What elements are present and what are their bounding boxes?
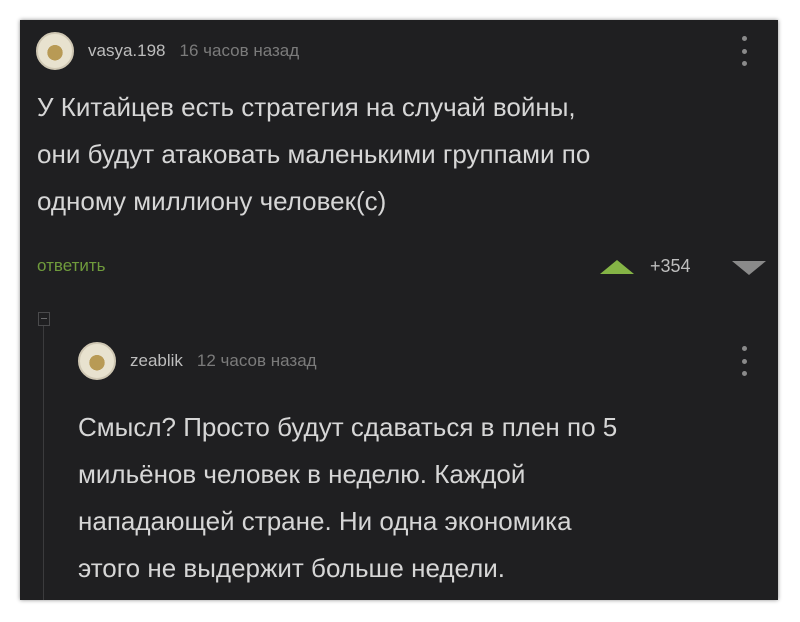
reply-text-line: мильёнов человек в неделю. Каждой: [78, 459, 526, 489]
more-options-icon[interactable]: [741, 36, 747, 66]
reply-text-line: этого не выдержит больше недели.: [78, 553, 506, 583]
reply-username[interactable]: zeablik: [130, 351, 183, 371]
reply-text: Смысл? Просто будут сдаваться в плен по …: [78, 404, 617, 592]
avatar[interactable]: [36, 32, 74, 70]
more-options-icon[interactable]: [741, 346, 747, 376]
comment-username[interactable]: vasya.198: [88, 41, 166, 61]
reply-header: zeablik 12 часов назад: [78, 342, 317, 380]
collapse-thread-icon[interactable]: [38, 312, 50, 326]
reply-text-line: Смысл? Просто будут сдаваться в плен по …: [78, 412, 618, 442]
avatar[interactable]: [78, 342, 116, 380]
comment-text-line: У Китайцев есть стратегия на случай войн…: [37, 92, 576, 122]
comment-timestamp[interactable]: 16 часов назад: [180, 41, 300, 61]
reply-button[interactable]: ответить: [37, 256, 106, 276]
comment-header: vasya.198 16 часов назад: [36, 32, 299, 70]
reply-timestamp[interactable]: 12 часов назад: [197, 351, 317, 371]
rating-score: +354: [650, 256, 691, 276]
comment-text: У Китайцев есть стратегия на случай войн…: [37, 84, 590, 225]
reply-text-line: нападающей стране. Ни одна экономика: [78, 506, 572, 536]
comment-text-line: они будут атаковать маленькими группами …: [37, 139, 591, 169]
comment-text-line: одному миллиону человек(с): [37, 186, 387, 216]
downvote-icon[interactable]: [732, 261, 766, 275]
thread-line[interactable]: [43, 320, 44, 600]
upvote-icon[interactable]: [600, 260, 634, 274]
comment-thread: vasya.198 16 часов назад У Китайцев есть…: [20, 20, 778, 600]
